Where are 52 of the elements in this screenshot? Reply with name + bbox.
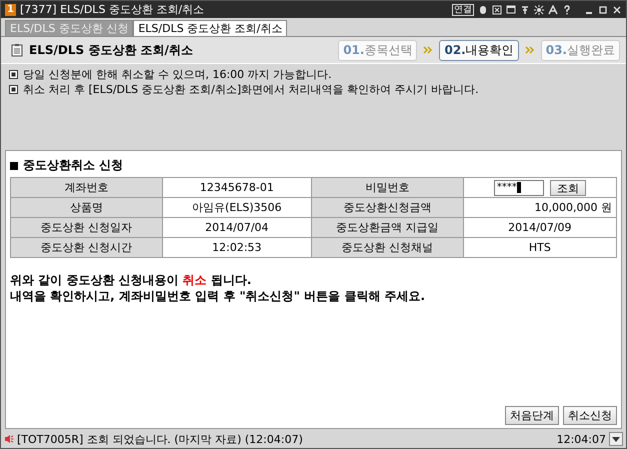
square-icon xyxy=(10,162,18,170)
step-indicator: 02.내용확인 xyxy=(439,40,519,60)
value-cell: 12:02:53 xyxy=(162,238,312,258)
value-cell: 12345678-01 xyxy=(162,178,312,198)
close-box-icon[interactable] xyxy=(492,4,502,14)
bullet-icon xyxy=(9,85,18,94)
tab[interactable]: ELS/DLS 중도상환 조회/취소 xyxy=(133,20,288,36)
dropdown-button[interactable] xyxy=(609,432,623,446)
sun-icon[interactable] xyxy=(534,4,544,14)
label-cell: 상품명 xyxy=(10,198,162,218)
status-message: [TOT7005R] 조회 되었습니다. (마지막 자료) (12:04:07) xyxy=(17,432,304,446)
clipboard-icon xyxy=(11,43,23,57)
status-time: 12:04:07 xyxy=(556,432,606,446)
chevron-icon xyxy=(524,46,535,54)
pin-icon[interactable] xyxy=(520,4,530,14)
action-button[interactable]: 처음단계 xyxy=(505,406,559,425)
maximize-icon[interactable] xyxy=(598,4,608,14)
label-cell: 중도상환 신청시간 xyxy=(10,238,162,258)
close-icon[interactable] xyxy=(612,4,622,14)
label-cell: 중도상환금액 지급일 xyxy=(312,218,464,238)
chevron-icon xyxy=(423,46,434,54)
window-icon[interactable] xyxy=(506,4,516,14)
section-title: 중도상환취소 신청 xyxy=(23,157,124,174)
value-cell: 10,000,000 원 xyxy=(463,198,616,218)
label-cell: 중도상환 신청일자 xyxy=(10,218,162,238)
value-cell: 2014/07/09 xyxy=(463,218,616,238)
action-button[interactable]: 취소신청 xyxy=(563,406,617,425)
page-title: ELS/DLS 중도상환 조회/취소 xyxy=(29,42,193,58)
message-text: 내역을 확인하시고, 계좌비밀번호 입력 후 "취소신청" 버튼을 클릭해 주세요. xyxy=(10,288,426,304)
message-text: 위와 같이 중도상환 신청내용이 취소 됩니다. xyxy=(10,272,252,288)
caret-icon xyxy=(612,436,620,442)
query-button[interactable]: 조회 xyxy=(550,180,586,196)
speaker-icon xyxy=(4,434,14,444)
mouse-icon[interactable] xyxy=(478,4,488,14)
value-cell: 아임유(ELS)3506 xyxy=(162,198,312,218)
window-title: [7377] ELS/DLS 중도상환 조회/취소 xyxy=(20,2,204,17)
window-number: 1 xyxy=(5,4,16,16)
label-cell: 중도상환 신청채널 xyxy=(312,238,464,258)
label-cell: 계좌번호 xyxy=(10,178,162,198)
value-cell: HTS xyxy=(463,238,616,258)
toolbar-button[interactable]: 연결 xyxy=(452,4,474,16)
value-cell: 2014/07/04 xyxy=(162,218,312,238)
bullet-icon xyxy=(9,70,18,79)
help-icon[interactable] xyxy=(562,4,572,14)
label-cell: 비밀번호 xyxy=(312,178,464,198)
password-field[interactable]: **** xyxy=(494,180,544,196)
font-icon[interactable] xyxy=(548,4,558,14)
notice-text: 당일 신청분에 한해 취소할 수 있으며, 16:00 까지 가능합니다. xyxy=(23,67,332,82)
notice-text: 취소 처리 후 [ELS/DLS 중도상환 조회/취소]화면에서 처리내역을 확인하여 주시기 바랍니다. xyxy=(23,82,479,97)
step-indicator: 03.실행완료 xyxy=(540,40,620,60)
label-cell: 중도상환신청금액 xyxy=(312,198,464,218)
step-indicator: 01.종목선택 xyxy=(338,40,418,60)
